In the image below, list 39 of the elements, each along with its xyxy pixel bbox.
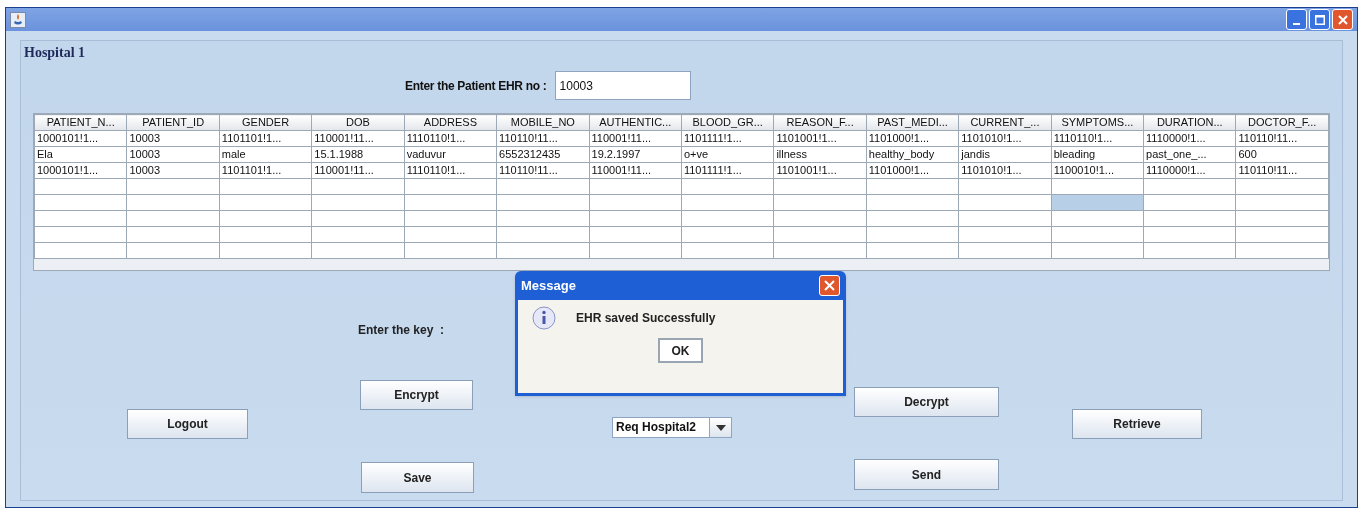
close-button[interactable] xyxy=(1332,9,1353,30)
caret-icon xyxy=(715,424,726,431)
logout-button[interactable]: Logout xyxy=(127,409,248,439)
minimize-button[interactable] xyxy=(1286,9,1307,30)
close-icon xyxy=(1337,14,1348,25)
encrypt-button[interactable]: Encrypt xyxy=(360,380,473,410)
maximize-button[interactable] xyxy=(1309,9,1330,30)
panel-title: Hospital 1 xyxy=(24,45,87,61)
app-icon xyxy=(10,11,26,28)
column-header[interactable]: DURATION... xyxy=(1143,114,1236,131)
close-button[interactable] xyxy=(819,275,840,296)
save-button[interactable]: Save xyxy=(361,462,474,493)
column-header[interactable]: DOCTOR_F... xyxy=(1236,114,1329,131)
column-header[interactable]: MOBILE_NO xyxy=(496,114,590,131)
column-header[interactable]: PAST_MEDI... xyxy=(866,114,959,131)
ehr-number-field[interactable]: 10003 xyxy=(554,71,691,100)
column-header[interactable]: PATIENT_N... xyxy=(34,114,127,131)
column-header[interactable]: GENDER xyxy=(219,114,312,131)
column-header[interactable]: SYMPTOMS... xyxy=(1051,114,1144,131)
key-label: Enter the key : xyxy=(358,322,445,339)
column-header[interactable]: AUTHENTIC... xyxy=(589,114,682,131)
info-icon xyxy=(532,306,556,330)
column-header[interactable]: DOB xyxy=(311,114,405,131)
minimize-icon xyxy=(1293,23,1300,25)
decrypt-button[interactable]: Decrypt xyxy=(854,387,999,417)
column-header[interactable]: REASON_F... xyxy=(773,114,867,131)
hospital-dropdown[interactable]: Req Hospital2 xyxy=(612,417,732,438)
ehr-number-label: Enter the Patient EHR no : xyxy=(405,77,547,95)
column-header[interactable]: PATIENT_ID xyxy=(126,114,220,131)
send-button[interactable]: Send xyxy=(854,459,999,490)
close-icon xyxy=(824,280,835,291)
column-header[interactable]: ADDRESS xyxy=(404,114,497,131)
dialog-message: EHR saved Successfully xyxy=(576,310,716,327)
maximize-icon xyxy=(1314,14,1325,25)
column-header[interactable]: BLOOD_GR... xyxy=(681,114,774,131)
column-header[interactable]: CURRENT_... xyxy=(958,114,1052,131)
dialog-title: Message xyxy=(521,276,576,295)
ok-button[interactable]: OK xyxy=(658,338,703,363)
retrieve-button[interactable]: Retrieve xyxy=(1072,409,1202,439)
